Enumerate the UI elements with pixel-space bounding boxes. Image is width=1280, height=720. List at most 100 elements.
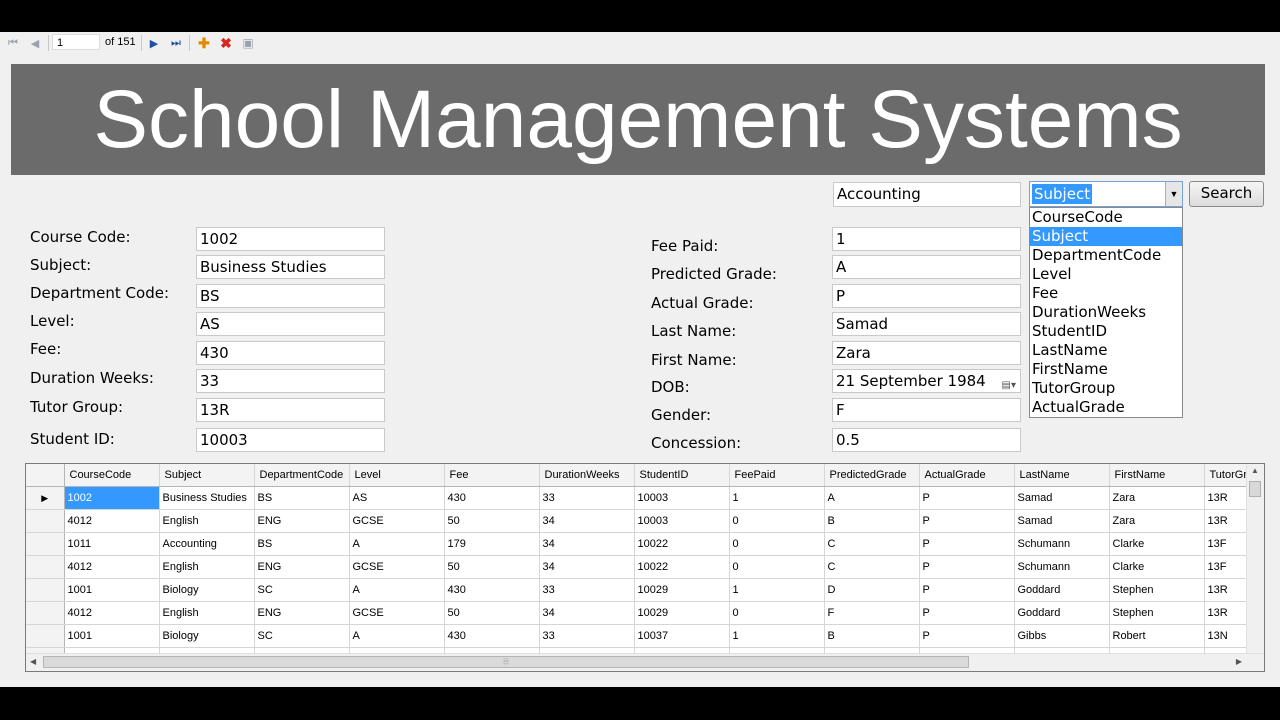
- table-cell[interactable]: BS: [254, 486, 350, 510]
- column-header[interactable]: DepartmentCode: [254, 464, 350, 487]
- scroll-up-icon[interactable]: ▲: [1251, 466, 1259, 475]
- table-cell[interactable]: 0: [729, 555, 825, 579]
- table-row[interactable]: 1001 Biology SC A 430 33 10037 1 B P Gibbs Robert 13…: [26, 624, 1264, 648]
- field-input[interactable]: Zara: [832, 341, 1021, 365]
- field-input[interactable]: A: [832, 255, 1021, 279]
- move-previous-icon[interactable]: ◀: [26, 34, 44, 52]
- table-cell[interactable]: 10022: [634, 532, 730, 556]
- dropdown-option[interactable]: LastName: [1030, 341, 1182, 360]
- table-cell[interactable]: 34: [539, 509, 635, 533]
- table-cell[interactable]: Samad: [1014, 486, 1110, 510]
- table-cell[interactable]: P: [919, 624, 1015, 648]
- field-input[interactable]: 430: [196, 341, 385, 365]
- table-cell[interactable]: 10003: [634, 486, 730, 510]
- table-cell[interactable]: 4012: [64, 601, 160, 625]
- table-cell[interactable]: Samad: [1014, 509, 1110, 533]
- table-cell[interactable]: P: [919, 555, 1015, 579]
- field-input[interactable]: 1002: [196, 227, 385, 251]
- row-header[interactable]: ▶: [26, 486, 65, 510]
- table-cell[interactable]: D: [824, 578, 920, 602]
- dob-date-picker[interactable]: 21 September 1984 ▤▾: [832, 369, 1021, 393]
- column-header[interactable]: Level: [349, 464, 445, 487]
- table-cell[interactable]: 50: [444, 601, 540, 625]
- table-cell[interactable]: 50: [444, 509, 540, 533]
- table-cell[interactable]: Zara: [1109, 509, 1205, 533]
- save-icon[interactable]: ▣: [239, 34, 257, 52]
- table-cell[interactable]: Schumann: [1014, 555, 1110, 579]
- row-header-corner[interactable]: [26, 464, 65, 487]
- table-row[interactable]: 1011 Accounting BS A 179 34 10022 0 C P Schumann Cl…: [26, 532, 1264, 556]
- table-cell[interactable]: 50: [444, 555, 540, 579]
- table-cell[interactable]: 179: [444, 532, 540, 556]
- table-cell[interactable]: A: [349, 532, 445, 556]
- table-cell[interactable]: 430: [444, 624, 540, 648]
- table-cell[interactable]: AS: [349, 486, 445, 510]
- table-cell[interactable]: Schumann: [1014, 532, 1110, 556]
- row-header[interactable]: [26, 624, 65, 648]
- horizontal-scrollbar[interactable]: ◀ ⦙⦙⦙ ▶: [26, 653, 1264, 671]
- table-cell[interactable]: C: [824, 555, 920, 579]
- table-row[interactable]: 4012 English ENG GCSE 50 34 10022 0 C P Schumann Cl…: [26, 555, 1264, 579]
- table-cell[interactable]: P: [919, 486, 1015, 510]
- table-cell[interactable]: C: [824, 532, 920, 556]
- table-cell[interactable]: Stephen: [1109, 578, 1205, 602]
- row-header[interactable]: [26, 601, 65, 625]
- table-cell[interactable]: P: [919, 601, 1015, 625]
- table-cell[interactable]: SC: [254, 578, 350, 602]
- add-new-icon[interactable]: ✚: [195, 34, 213, 52]
- table-cell[interactable]: SC: [254, 624, 350, 648]
- position-input[interactable]: 1: [52, 34, 100, 50]
- table-cell[interactable]: 1001: [64, 578, 160, 602]
- table-cell[interactable]: Goddard: [1014, 578, 1110, 602]
- table-cell[interactable]: GCSE: [349, 509, 445, 533]
- table-cell[interactable]: ENG: [254, 601, 350, 625]
- dropdown-option[interactable]: DurationWeeks: [1030, 303, 1182, 322]
- field-input[interactable]: Samad: [832, 312, 1021, 336]
- table-cell[interactable]: 4012: [64, 509, 160, 533]
- column-header[interactable]: ActualGrade: [919, 464, 1015, 487]
- table-cell[interactable]: 1: [729, 486, 825, 510]
- column-header[interactable]: CourseCode: [64, 464, 160, 487]
- table-cell[interactable]: 0: [729, 601, 825, 625]
- table-cell[interactable]: Robert: [1109, 624, 1205, 648]
- table-cell[interactable]: 10003: [634, 509, 730, 533]
- table-cell[interactable]: Accounting: [159, 532, 255, 556]
- column-header[interactable]: Fee: [444, 464, 540, 487]
- table-cell[interactable]: Biology: [159, 578, 255, 602]
- dropdown-option[interactable]: StudentID: [1030, 322, 1182, 341]
- table-row[interactable]: ▶ 1002 Business Studies BS AS 430 33 10003 1 A P Sa…: [26, 486, 1264, 510]
- table-cell[interactable]: 4012: [64, 555, 160, 579]
- dropdown-option[interactable]: DepartmentCode: [1030, 246, 1182, 265]
- scroll-left-icon[interactable]: ◀: [30, 657, 36, 666]
- table-cell[interactable]: Gibbs: [1014, 624, 1110, 648]
- table-cell[interactable]: 1002: [64, 486, 160, 510]
- search-button[interactable]: Search: [1189, 181, 1264, 207]
- table-cell[interactable]: Zara: [1109, 486, 1205, 510]
- table-row[interactable]: 4012 English ENG GCSE 50 34 10003 0 B P Samad Zara 1…: [26, 509, 1264, 533]
- move-first-icon[interactable]: ⏮: [4, 34, 22, 52]
- field-input[interactable]: F: [832, 398, 1021, 422]
- table-cell[interactable]: 1: [729, 624, 825, 648]
- table-cell[interactable]: Stephen: [1109, 601, 1205, 625]
- chevron-down-icon[interactable]: ▼: [1165, 182, 1182, 206]
- column-header[interactable]: LastName: [1014, 464, 1110, 487]
- field-input[interactable]: 10003: [196, 428, 385, 452]
- table-row[interactable]: 4012 English ENG GCSE 50 34 10029 0 F P Goddard Ste…: [26, 601, 1264, 625]
- table-cell[interactable]: 1011: [64, 532, 160, 556]
- table-cell[interactable]: 33: [539, 624, 635, 648]
- table-cell[interactable]: B: [824, 624, 920, 648]
- row-header[interactable]: [26, 578, 65, 602]
- table-cell[interactable]: 1: [729, 578, 825, 602]
- table-cell[interactable]: Biology: [159, 624, 255, 648]
- column-header[interactable]: StudentID: [634, 464, 730, 487]
- table-cell[interactable]: English: [159, 601, 255, 625]
- field-input[interactable]: 33: [196, 369, 385, 393]
- column-header[interactable]: PredictedGrade: [824, 464, 920, 487]
- dropdown-option[interactable]: FirstName: [1030, 360, 1182, 379]
- table-cell[interactable]: A: [349, 624, 445, 648]
- dropdown-option[interactable]: Level: [1030, 265, 1182, 284]
- delete-icon[interactable]: ✖: [217, 34, 235, 52]
- table-cell[interactable]: Business Studies: [159, 486, 255, 510]
- table-cell[interactable]: P: [919, 532, 1015, 556]
- field-input[interactable]: BS: [196, 284, 385, 308]
